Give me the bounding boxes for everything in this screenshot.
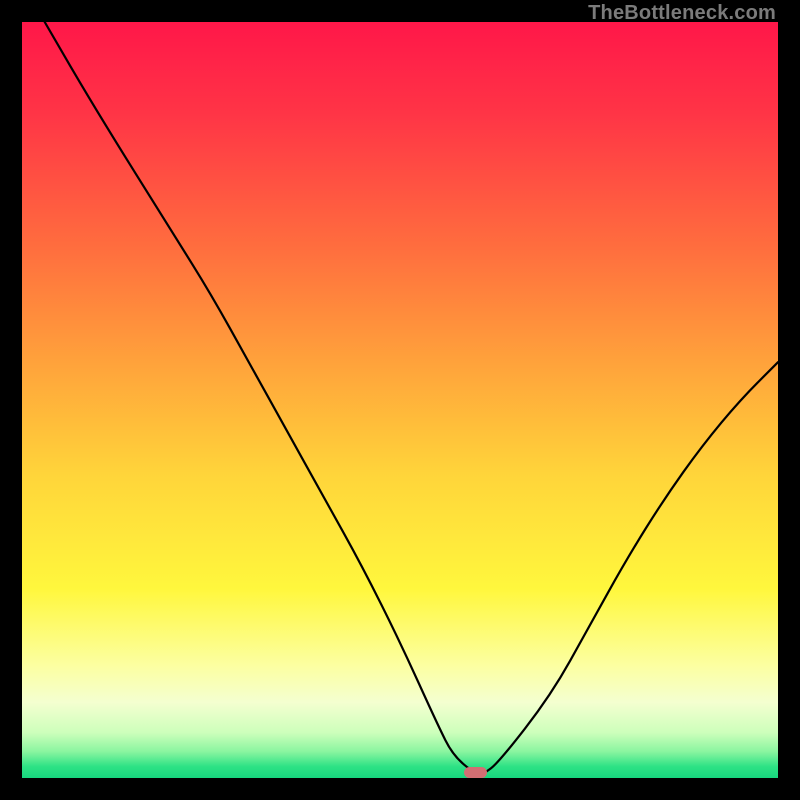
background-gradient <box>22 22 778 778</box>
plot-area <box>22 22 778 778</box>
chart-frame: TheBottleneck.com <box>0 0 800 800</box>
optimal-marker <box>464 767 487 778</box>
